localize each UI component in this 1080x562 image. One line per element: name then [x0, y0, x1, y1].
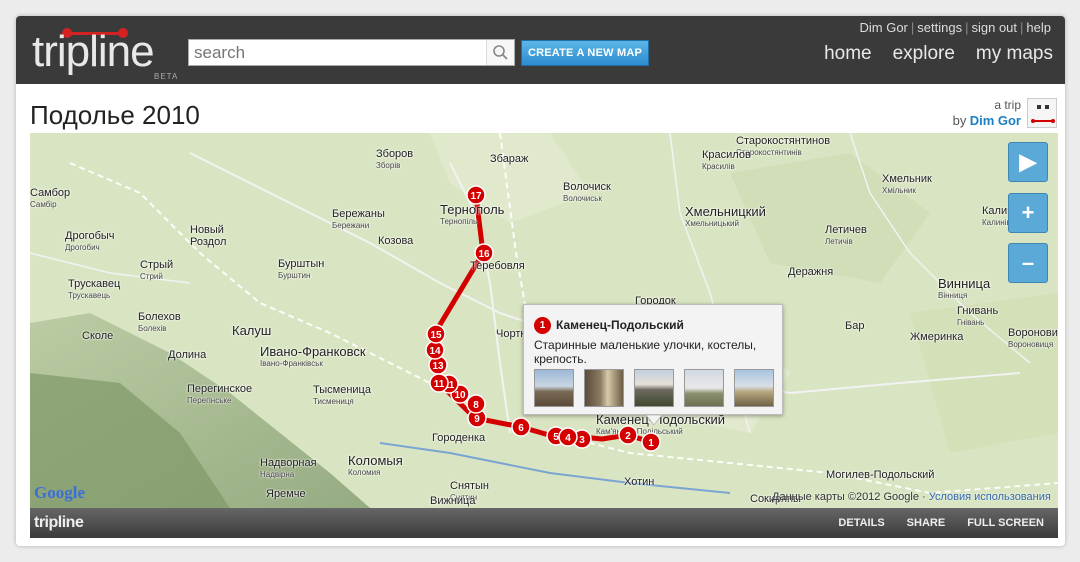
svg-text:14: 14: [429, 346, 441, 357]
popup-photo-thumbnail[interactable]: [584, 369, 624, 407]
svg-text:8: 8: [473, 400, 479, 411]
footer-links: DETAILS SHARE FULL SCREEN: [816, 517, 1044, 529]
stop-marker-4[interactable]: 4: [558, 427, 578, 447]
svg-text:9: 9: [474, 414, 480, 425]
full-screen-button[interactable]: FULL SCREEN: [967, 517, 1044, 529]
terms-link[interactable]: Условия использования: [929, 491, 1051, 503]
stop-marker-6[interactable]: 6: [511, 417, 531, 437]
svg-text:4: 4: [565, 433, 571, 444]
nav-explore[interactable]: explore: [893, 43, 955, 64]
link-separator: |: [910, 20, 915, 35]
header: tripline BETA CREATE A NEW MAP Dim Gor|s…: [16, 16, 1065, 84]
details-button[interactable]: DETAILS: [838, 517, 884, 529]
popup-photo-thumbnail[interactable]: [634, 369, 674, 407]
google-logo[interactable]: Google: [34, 483, 85, 503]
stop-marker-14[interactable]: 14: [425, 340, 445, 360]
svg-text:13: 13: [432, 361, 444, 372]
mini-map-icon: [1031, 105, 1055, 123]
svg-text:11: 11: [434, 379, 445, 390]
trip-info: a trip by Dim Gor: [953, 98, 1021, 129]
popup-description: Старинные маленькие улочки, костелы, кре…: [534, 338, 757, 366]
svg-text:3: 3: [579, 435, 585, 446]
trip-thumbnail[interactable]: [1027, 98, 1057, 128]
popup-title[interactable]: Каменец-Подольский: [556, 318, 684, 332]
map-footer-bar: tripline DETAILS SHARE FULL SCREEN: [30, 508, 1058, 538]
search-input[interactable]: [189, 40, 485, 65]
tripline-logo[interactable]: tripline BETA: [32, 27, 182, 81]
user-link-help[interactable]: help: [1026, 20, 1051, 35]
svg-text:6: 6: [518, 423, 524, 434]
logo-text: tripline: [32, 27, 155, 76]
create-map-button[interactable]: CREATE A NEW MAP: [521, 40, 649, 66]
stop-marker-8[interactable]: 8: [466, 394, 486, 414]
stop-marker-16[interactable]: 16: [474, 243, 494, 263]
trip-title: Подолье 2010: [30, 100, 200, 130]
zoom-in-button[interactable]: +: [1008, 193, 1048, 233]
popup-pointer: [646, 415, 662, 425]
trip-map[interactable]: Зборов Зборів Збараж Старокостянтинов Стар…: [30, 133, 1058, 508]
svg-text:10: 10: [454, 390, 466, 401]
logo-beta: BETA: [154, 72, 179, 81]
user-link-profile[interactable]: Dim Gor: [860, 20, 908, 35]
play-button[interactable]: ▶: [1008, 142, 1048, 182]
stop-marker-17[interactable]: 17: [466, 185, 486, 205]
stop-marker-15[interactable]: 15: [426, 324, 446, 344]
link-separator: |: [965, 20, 969, 35]
link-separator: |: [1020, 20, 1024, 35]
popup-photo-thumbnail[interactable]: [734, 369, 774, 407]
svg-text:1: 1: [648, 438, 654, 449]
popup-photo-thumbnail[interactable]: [684, 369, 724, 407]
svg-text:15: 15: [430, 330, 442, 341]
app-frame: tripline BETA CREATE A NEW MAP Dim Gor|s…: [16, 16, 1065, 546]
svg-text:2: 2: [625, 431, 631, 442]
user-link-sign-out[interactable]: sign out: [971, 20, 1017, 35]
stop-info-popup: 1 Каменец-Подольский Старинные маленькие…: [523, 304, 783, 425]
stop-marker-11[interactable]: 11: [429, 373, 449, 393]
svg-text:16: 16: [478, 249, 490, 260]
nav-my-maps[interactable]: my maps: [976, 43, 1053, 64]
stop-marker-1[interactable]: 1: [641, 432, 661, 452]
nav-home[interactable]: home: [824, 43, 872, 64]
svg-text:17: 17: [470, 191, 482, 202]
search-box: [188, 39, 515, 66]
stop-marker-2[interactable]: 2: [618, 425, 638, 445]
map-copyright: Данные карты ©2012 Google · Условия испо…: [772, 491, 1051, 503]
user-link-settings[interactable]: settings: [917, 20, 962, 35]
search-icon: [493, 45, 508, 60]
trip-kind: a trip: [994, 98, 1021, 112]
user-links: Dim Gor | settings | sign out | help: [860, 20, 1052, 35]
popup-stop-number: 1: [534, 317, 551, 334]
footer-logo[interactable]: tripline: [34, 514, 84, 532]
main-nav: home explore my maps: [803, 43, 1053, 65]
trip-author-link[interactable]: Dim Gor: [970, 113, 1021, 128]
zoom-out-button[interactable]: –: [1008, 243, 1048, 283]
popup-photo-thumbnail[interactable]: [534, 369, 574, 407]
search-button[interactable]: [486, 40, 514, 65]
share-button[interactable]: SHARE: [907, 517, 946, 529]
trip-by-label: by: [952, 113, 967, 128]
